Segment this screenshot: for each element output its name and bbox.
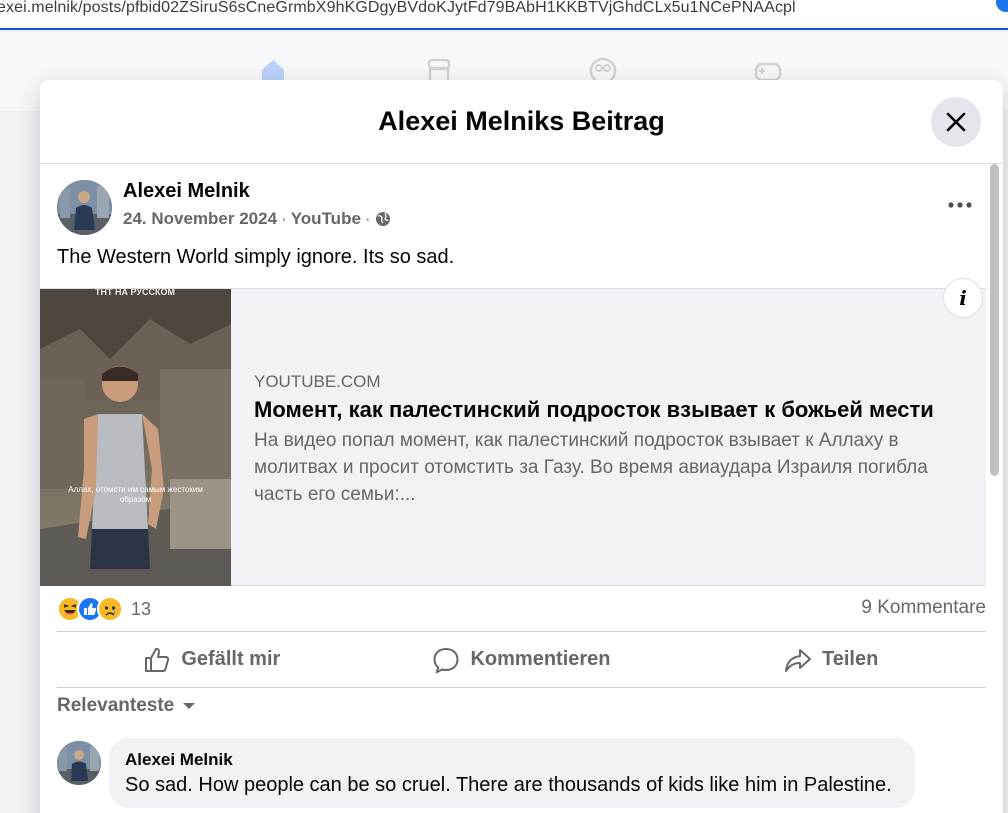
caret-down-icon xyxy=(183,703,196,709)
sort-label: Relevanteste xyxy=(57,695,175,716)
modal-title: Alexei Melniks Beitrag xyxy=(378,106,665,136)
info-button[interactable]: i xyxy=(943,278,983,318)
more-options-button[interactable] xyxy=(940,188,980,222)
comment-button[interactable]: Kommentieren xyxy=(367,632,677,687)
post-author[interactable]: Alexei Melnik xyxy=(123,180,250,203)
link-thumbnail[interactable]: ТНТ НА РУССКОМ Аллах, отомсти им самым ж… xyxy=(40,289,231,586)
comment-text: So sad. How people can be so cruel. Ther… xyxy=(125,774,892,796)
link-title[interactable]: Момент, как палестинский подросток взыва… xyxy=(254,397,934,423)
comment-sort-dropdown[interactable]: Relevanteste xyxy=(57,695,196,717)
post-actions: Gefällt mir Kommentieren Teilen xyxy=(57,632,986,687)
comment-bubble: Alexei Melnik So sad. How people can be … xyxy=(109,738,915,808)
comment-icon xyxy=(433,647,459,674)
thumbnail-caption: Аллах, отомсти им самым жестоким образом xyxy=(68,485,203,504)
post-text: The Western World simply ignore. Its so … xyxy=(57,246,455,268)
more-dots-icon xyxy=(948,202,972,208)
post-source: YouTube xyxy=(290,209,361,228)
link-preview-card[interactable]: ТНТ НА РУССКОМ Аллах, отомсти им самым ж… xyxy=(40,278,986,586)
author-avatar[interactable] xyxy=(57,180,112,235)
globe-icon[interactable] xyxy=(375,211,391,227)
like-button-label: Gefällt mir xyxy=(181,648,281,670)
link-domain: YOUTUBE.COM xyxy=(254,372,381,391)
close-button[interactable] xyxy=(931,97,981,147)
share-icon xyxy=(785,648,812,672)
scrollbar-thumb[interactable] xyxy=(990,164,999,476)
profile-dot-icon[interactable] xyxy=(996,0,1008,12)
meta-separator: · xyxy=(364,209,371,228)
like-button[interactable]: Gefällt mir xyxy=(57,632,367,687)
thumbs-up-icon xyxy=(145,647,170,672)
commenter-avatar[interactable] xyxy=(57,741,101,785)
link-description: На видео попал момент, как палестинский … xyxy=(254,430,928,505)
modal-header: Alexei Melniks Beitrag xyxy=(40,80,1003,164)
comment-button-label: Kommentieren xyxy=(470,648,611,670)
post-date[interactable]: 24. November 2024 xyxy=(123,209,277,229)
address-bar[interactable]: exei.melnik/posts/pfbid02ZSiruS6sCneGrmb… xyxy=(0,0,1008,30)
modal-scrollbar[interactable] xyxy=(986,164,1003,813)
comment-author[interactable]: Alexei Melnik xyxy=(125,750,899,770)
comments-count[interactable]: 9 Kommentare xyxy=(861,597,986,619)
share-button-label: Teilen xyxy=(822,648,879,670)
reactions-summary[interactable]: 13 xyxy=(57,596,151,622)
reaction-count[interactable]: 13 xyxy=(131,599,151,620)
divider xyxy=(57,687,986,688)
url-text[interactable]: exei.melnik/posts/pfbid02ZSiruS6sCneGrmb… xyxy=(0,0,796,17)
meta-separator: · xyxy=(281,209,287,228)
sad-icon xyxy=(97,596,123,622)
share-button[interactable]: Teilen xyxy=(676,632,986,687)
post-modal: Alexei Melniks Beitrag Alexei Melnik 24.… xyxy=(40,80,1003,813)
post-meta: 24. November 2024 · YouTube · xyxy=(123,209,391,229)
close-icon xyxy=(946,112,966,132)
thumbnail-top-text: ТНТ НА РУССКОМ xyxy=(95,289,175,297)
